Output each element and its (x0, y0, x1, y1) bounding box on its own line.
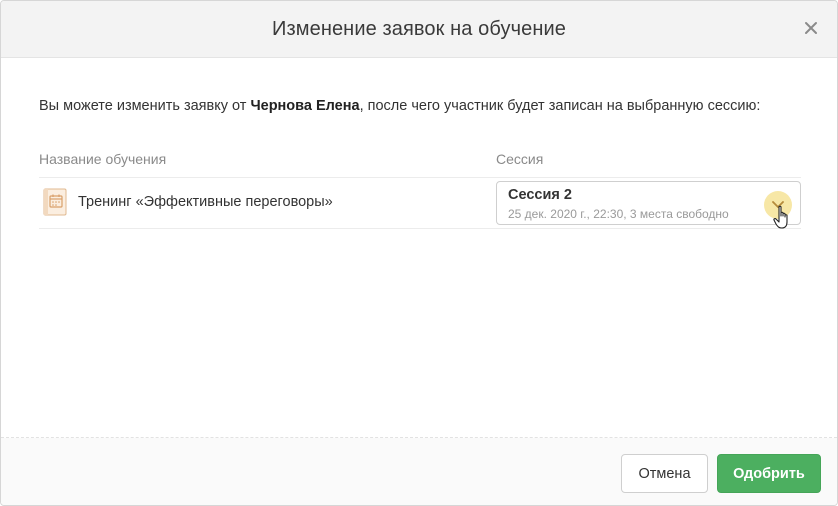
calendar-icon (43, 188, 67, 216)
dialog-title: Изменение заявок на обучение (272, 18, 566, 40)
intro-text: Вы можете изменить заявку от Чернова Еле… (39, 98, 760, 114)
close-icon[interactable] (801, 18, 821, 38)
column-header-course: Название обучения (39, 151, 167, 167)
session-details: 25 дек. 2020 г., 22:30, 3 места свободно (508, 207, 729, 221)
course-name: Тренинг «Эффективные переговоры» (78, 194, 333, 210)
column-header-session: Сессия (496, 151, 544, 167)
cancel-button[interactable]: Отмена (621, 454, 708, 493)
session-title: Сессия 2 (508, 187, 572, 203)
chevron-down-icon[interactable] (764, 191, 792, 219)
table-divider (39, 177, 801, 178)
session-select[interactable]: Сессия 2 25 дек. 2020 г., 22:30, 3 места… (496, 181, 801, 225)
dialog: Изменение заявок на обучение Вы можете и… (0, 0, 838, 506)
participant-name: Чернова Елена (250, 98, 360, 114)
intro-prefix: Вы можете изменить заявку от (39, 98, 251, 114)
approve-button[interactable]: Одобрить (717, 454, 821, 493)
dialog-header: Изменение заявок на обучение (1, 1, 837, 58)
intro-suffix: , после чего участник будет записан на в… (359, 98, 761, 114)
dialog-footer: Отмена Одобрить (1, 438, 837, 505)
table-divider (39, 228, 801, 229)
